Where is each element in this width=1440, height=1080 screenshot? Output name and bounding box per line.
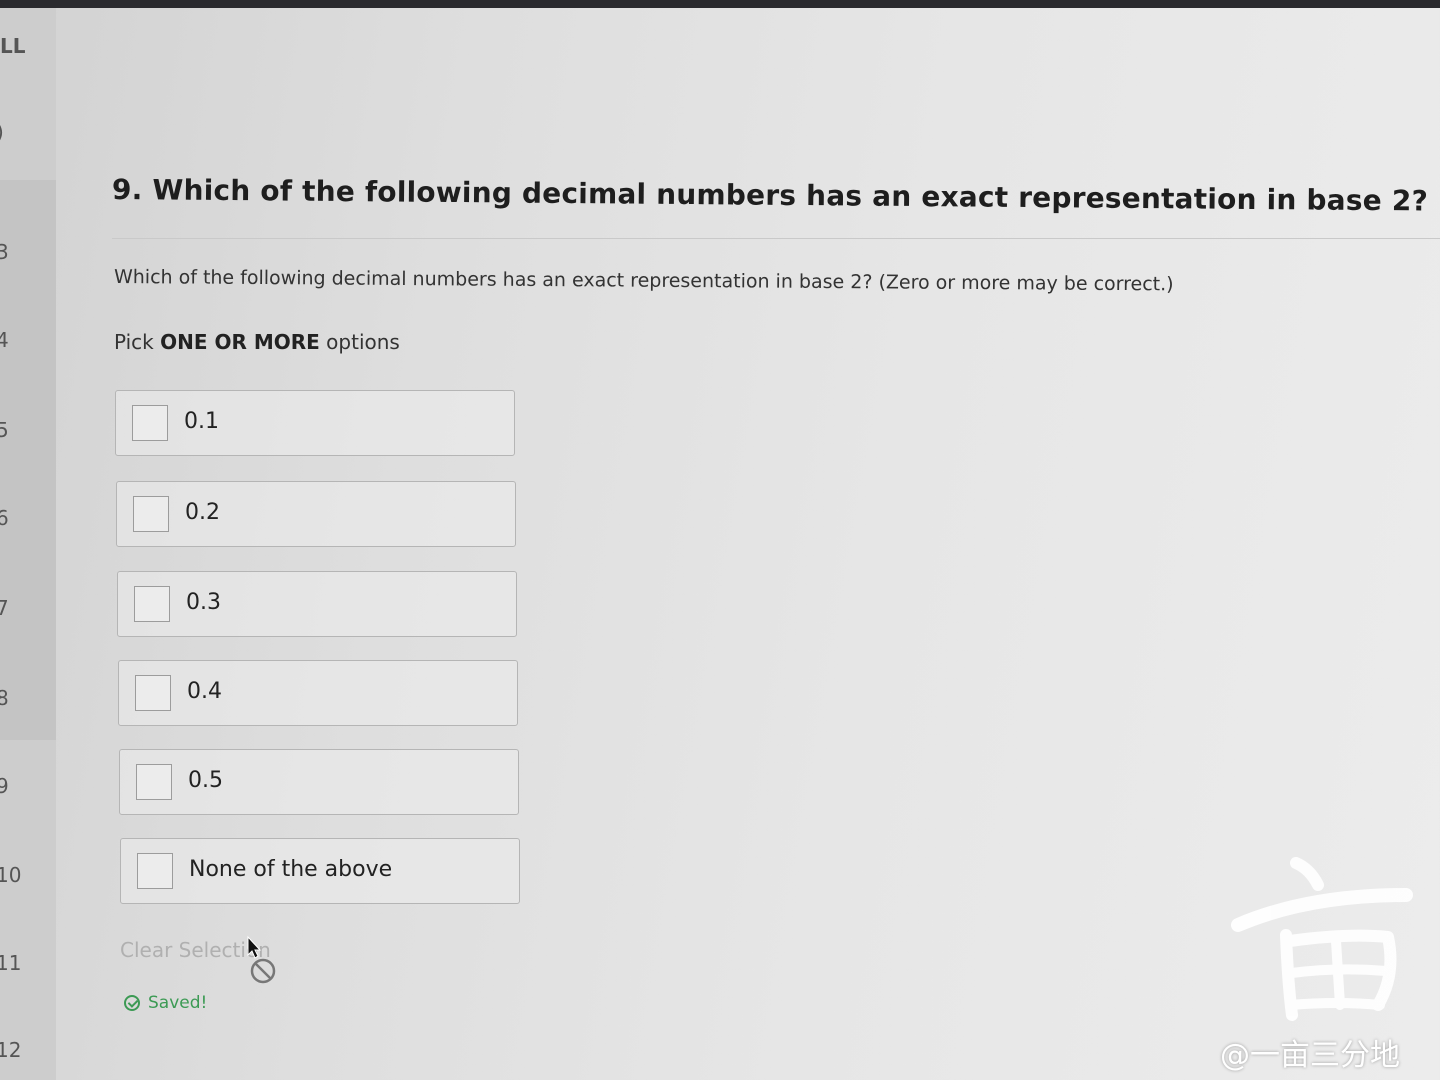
option-label: 0.3 xyxy=(186,590,221,615)
option-label: 0.5 xyxy=(188,768,223,793)
saved-status: Saved! xyxy=(124,992,207,1013)
sidebar-item[interactable]: LL xyxy=(0,34,56,74)
sidebar-item-label: 8 xyxy=(0,686,9,710)
pick-instruction: Pick ONE OR MORE options xyxy=(114,330,400,354)
option-label: 0.4 xyxy=(187,679,222,704)
instruction-suffix: options xyxy=(319,330,400,354)
sidebar-item-label: 7 xyxy=(0,596,9,620)
option-0-3[interactable]: 0.3 xyxy=(117,571,517,637)
saved-text: Saved! xyxy=(148,993,208,1013)
sidebar-item[interactable]: 3 xyxy=(0,240,56,280)
option-0-2[interactable]: 0.2 xyxy=(116,481,516,547)
sidebar-item-label: 12 xyxy=(0,1038,22,1062)
option-0-5[interactable]: 0.5 xyxy=(119,749,519,815)
sidebar-item[interactable]: 10 xyxy=(0,863,56,903)
sidebar-item[interactable]: 8 xyxy=(0,686,56,726)
question-body: Which of the following decimal numbers h… xyxy=(113,266,1174,296)
sidebar-item[interactable]: 11 xyxy=(0,951,56,991)
checkbox[interactable] xyxy=(134,586,170,622)
option-0-4[interactable]: 0.4 xyxy=(118,660,518,726)
option-label: 0.1 xyxy=(184,409,219,434)
sidebar-item[interactable]: 9 xyxy=(0,774,56,814)
sidebar-item-label: 4 xyxy=(0,328,9,352)
sidebar-item-label: 3 xyxy=(0,240,9,264)
watermark-text: @一亩三分地 xyxy=(1220,1038,1400,1073)
sidebar-item-label: 6 xyxy=(0,506,9,530)
watermark-logo-icon xyxy=(1231,857,1413,1021)
option-label: None of the above xyxy=(189,857,393,882)
question-sidebar: LL ) 3 4 5 6 7 8 9 10 11 12 xyxy=(0,8,56,1080)
sidebar-item[interactable]: 12 xyxy=(0,1038,56,1078)
instruction-emphasis: ONE OR MORE xyxy=(160,330,320,354)
sidebar-item[interactable]: 5 xyxy=(0,418,56,458)
checkbox[interactable] xyxy=(132,405,168,441)
checkbox[interactable] xyxy=(133,496,169,532)
sidebar-item[interactable]: 6 xyxy=(0,506,56,546)
instruction-prefix: Pick xyxy=(114,330,161,354)
title-divider xyxy=(112,238,1440,239)
not-allowed-cursor-icon xyxy=(247,935,276,984)
sidebar-item-label: 9 xyxy=(0,774,9,798)
sidebar-item[interactable]: 7 xyxy=(0,596,56,636)
option-label: 0.2 xyxy=(185,500,220,525)
sidebar-item-label: 10 xyxy=(0,863,22,887)
sidebar-item-label: 5 xyxy=(0,418,9,442)
checkbox[interactable] xyxy=(136,764,172,800)
option-0-1[interactable]: 0.1 xyxy=(115,390,515,456)
sidebar-item[interactable]: ) xyxy=(0,120,56,160)
option-none-of-the-above[interactable]: None of the above xyxy=(120,838,520,904)
window-top-bar xyxy=(0,0,1440,8)
checkbox[interactable] xyxy=(135,675,171,711)
sidebar-item-label: ) xyxy=(0,120,4,144)
sidebar-item[interactable]: 4 xyxy=(0,328,56,368)
sidebar-item-label: LL xyxy=(0,34,26,58)
checkbox[interactable] xyxy=(137,853,173,889)
check-circle-icon xyxy=(124,995,140,1011)
question-title: 9. Which of the following decimal number… xyxy=(111,173,1440,218)
sidebar-item-label: 11 xyxy=(0,951,22,975)
